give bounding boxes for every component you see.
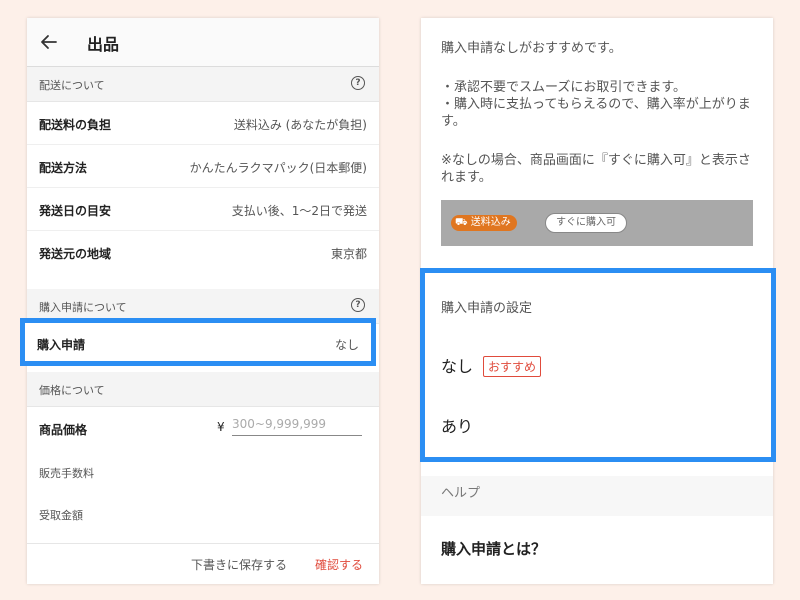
app-header: 出品 xyxy=(27,18,379,67)
ship-date-row[interactable]: 発送日の目安 支払い後、1〜2日で発送 xyxy=(27,188,379,231)
row-label: 配送方法 xyxy=(39,161,88,175)
price-section-header: 価格について xyxy=(27,372,379,407)
fee-row: 販売手数料 xyxy=(27,451,379,493)
shipping-section-header: 配送について ? xyxy=(27,67,379,102)
help-icon[interactable]: ? xyxy=(351,76,365,90)
row-label: 購入申請 xyxy=(37,338,86,352)
buy-now-badge: すぐに購入可 xyxy=(545,213,627,233)
item-preview: ⛟ 送料込み すぐに購入可 xyxy=(441,200,753,246)
row-label: 商品価格 xyxy=(39,423,88,437)
price-row: 商品価格 ¥ 300~9,999,999 xyxy=(27,407,379,451)
row-label: 受取金額 xyxy=(39,509,83,522)
arrow-left-icon[interactable] xyxy=(39,32,59,52)
row-label: 配送料の負担 xyxy=(39,118,112,132)
row-label: 発送日の目安 xyxy=(39,204,112,218)
page-title: 出品 xyxy=(87,35,120,54)
option-none[interactable]: なし おすすめ xyxy=(441,353,542,377)
option-yes[interactable]: あり xyxy=(441,413,473,437)
currency-symbol: ¥ xyxy=(217,420,225,434)
shipping-fee-row[interactable]: 配送料の負担 送料込み (あなたが負担) xyxy=(27,102,379,145)
truck-icon: ⛟ xyxy=(455,217,468,228)
purchase-request-row[interactable]: 購入申請 なし xyxy=(20,318,376,366)
bullet-text: ・購入時に支払ってもらえるので、購入率が上がります。 xyxy=(441,97,751,129)
shipping-method-row[interactable]: 配送方法 かんたんラクマパック(日本郵便) xyxy=(27,145,379,188)
save-draft-button[interactable]: 下書きに保存する xyxy=(191,556,287,573)
help-section-header: ヘルプ xyxy=(421,476,773,516)
option-label: なし xyxy=(441,357,474,376)
confirm-button[interactable]: 確認する xyxy=(315,556,363,573)
row-value: かんたんラクマパック(日本郵便) xyxy=(189,161,367,175)
form-footer: 下書きに保存する 確認する xyxy=(27,543,379,584)
explanation-text: 購入申請なしがおすすめです。 ・承認不要でスムーズにお取引できます。 ・購入時に… xyxy=(421,18,773,186)
receive-row: 受取金額 xyxy=(27,493,379,535)
recommend-badge: おすすめ xyxy=(483,356,542,377)
row-value: なし xyxy=(334,338,359,352)
row-value: 東京都 xyxy=(330,247,367,261)
shipping-included-badge: ⛟ 送料込み xyxy=(451,215,517,231)
price-input[interactable]: 300~9,999,999 xyxy=(232,417,362,436)
badge-label: 送料込み xyxy=(470,217,511,228)
listing-form-panel: 出品 配送について ? 配送料の負担 送料込み (あなたが負担) 配送方法 かん… xyxy=(27,18,379,584)
ship-from-row[interactable]: 発送元の地域 東京都 xyxy=(27,231,379,273)
row-value: 支払い後、1〜2日で発送 xyxy=(231,204,367,218)
section-title: 購入申請について xyxy=(39,301,127,314)
purchase-request-setting-options: 購入申請の設定 なし おすすめ あり xyxy=(420,268,776,462)
row-value: 送料込み (あなたが負担) xyxy=(233,118,367,132)
note-text: ※なしの場合、商品画面に『すぐに購入可』と表示されます。 xyxy=(441,153,751,185)
help-icon[interactable]: ? xyxy=(351,298,365,312)
row-label: 発送元の地域 xyxy=(39,247,112,261)
section-title: 配送について xyxy=(39,79,105,92)
help-item-purchase-request[interactable]: 購入申請とは？ xyxy=(441,538,546,559)
option-label: あり xyxy=(441,417,474,436)
section-title: ヘルプ xyxy=(441,486,481,501)
settings-title: 購入申請の設定 xyxy=(441,301,533,316)
bullet-text: ・承認不要でスムーズにお取引できます。 xyxy=(441,80,687,95)
row-label: 販売手数料 xyxy=(39,467,94,480)
intro-text: 購入申請なしがおすすめです。 xyxy=(441,41,622,56)
section-title: 価格について xyxy=(39,384,105,397)
